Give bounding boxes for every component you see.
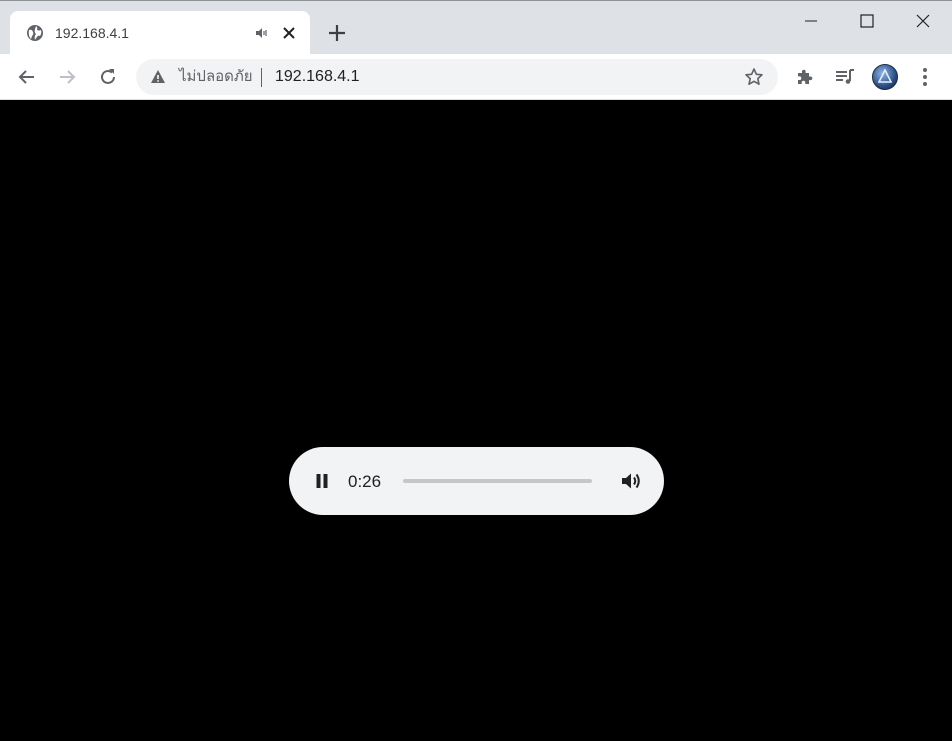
progress-track[interactable] [403, 479, 592, 483]
tab-strip: 192.168.4.1 [0, 0, 952, 55]
tab-close-icon[interactable] [280, 24, 298, 42]
maximize-icon[interactable] [852, 9, 882, 33]
kebab-menu-icon[interactable] [913, 65, 937, 89]
forward-arrow-icon[interactable] [55, 65, 79, 89]
minimize-icon[interactable] [796, 9, 826, 33]
toolbar: ไม่ปลอดภัย 192.168.4.1 [0, 54, 952, 100]
back-arrow-icon[interactable] [15, 65, 39, 89]
plus-icon[interactable] [326, 22, 348, 44]
tab-title: 192.168.4.1 [55, 25, 129, 41]
audio-player[interactable]: 0:26 [289, 447, 664, 515]
page-content: 0:26 [0, 100, 952, 741]
avatar[interactable] [872, 64, 898, 90]
globe-icon [26, 24, 44, 42]
security-label[interactable]: ไม่ปลอดภัย [179, 68, 253, 86]
media-queue-icon[interactable] [833, 65, 857, 89]
omnibox-divider [261, 68, 262, 87]
url-text[interactable]: 192.168.4.1 [275, 68, 360, 86]
reload-icon[interactable] [96, 65, 120, 89]
star-icon[interactable] [744, 67, 764, 87]
omnibox[interactable]: ไม่ปลอดภัย 192.168.4.1 [136, 59, 778, 95]
speaker-icon[interactable] [254, 25, 270, 41]
volume-icon[interactable] [619, 469, 643, 493]
warning-icon[interactable] [150, 69, 166, 85]
current-time: 0:26 [348, 472, 382, 491]
window-close-icon[interactable] [908, 9, 938, 33]
tab-active[interactable]: 192.168.4.1 [10, 11, 310, 55]
puzzle-icon[interactable] [793, 65, 817, 89]
pause-icon[interactable] [310, 469, 334, 493]
